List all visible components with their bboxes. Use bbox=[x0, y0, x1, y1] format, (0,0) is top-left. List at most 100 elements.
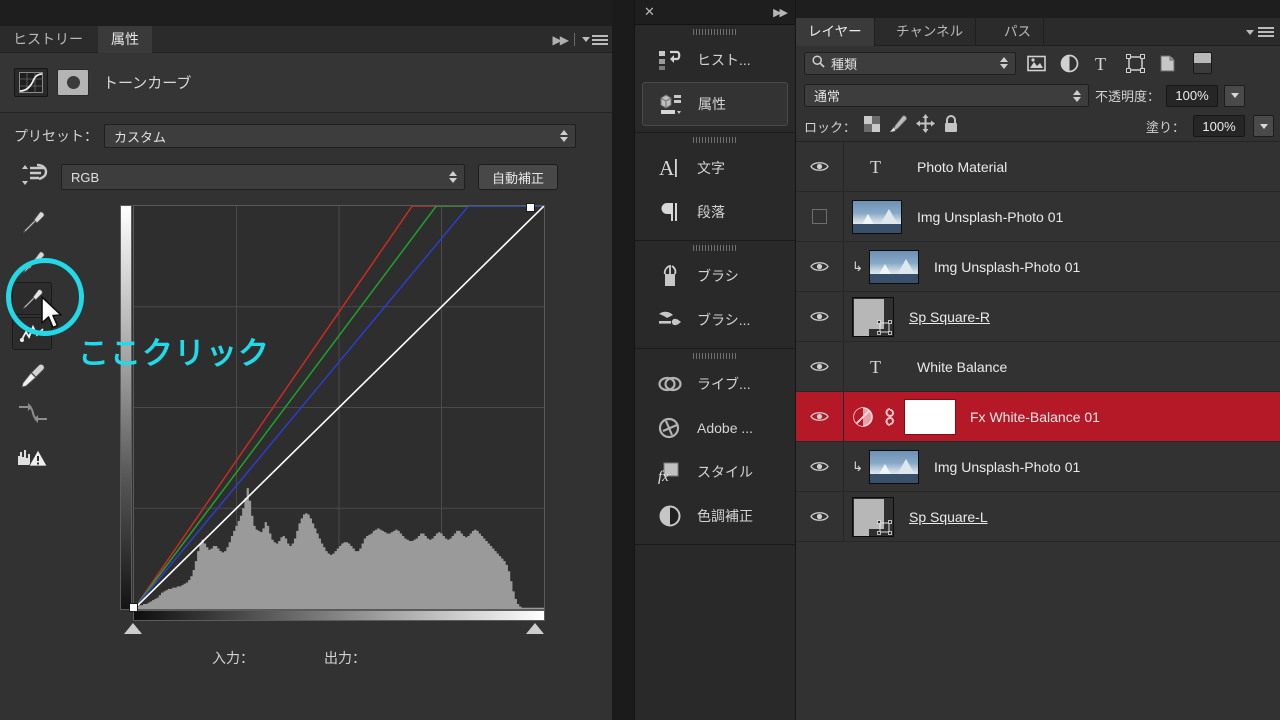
dock-item-label: 色調補正 bbox=[697, 506, 753, 526]
lock-position-icon[interactable] bbox=[916, 114, 935, 138]
panel-menu-icon[interactable] bbox=[1246, 18, 1274, 46]
curve-anchor-black[interactable] bbox=[129, 603, 138, 612]
adjustment-filter-icon[interactable] bbox=[1057, 52, 1082, 75]
dock-item-brush-presets[interactable]: ブラシ... bbox=[642, 298, 788, 342]
stepper-icon bbox=[1000, 57, 1008, 69]
filter-enable-toggle[interactable] bbox=[1193, 52, 1212, 74]
properties-icon bbox=[657, 91, 685, 117]
table-row[interactable]: TPhoto Material bbox=[796, 142, 1280, 192]
drag-grip[interactable] bbox=[635, 25, 795, 38]
lock-all-icon[interactable] bbox=[943, 115, 959, 138]
dock-item-adjustments[interactable]: 色調補正 bbox=[642, 494, 788, 538]
mask-link-icon[interactable] bbox=[883, 407, 897, 427]
layer-thumbnail[interactable] bbox=[852, 297, 894, 337]
layer-thumbnail[interactable] bbox=[869, 450, 919, 484]
dock-item-adobe-stock[interactable]: Adobe ... bbox=[642, 406, 788, 450]
layer-visibility-toggle[interactable] bbox=[796, 292, 844, 342]
table-row[interactable]: Fx White-Balance 01 bbox=[796, 392, 1280, 442]
layer-thumbnail[interactable] bbox=[869, 250, 919, 284]
input-gradient-bar bbox=[133, 610, 545, 621]
layer-visibility-toggle[interactable] bbox=[796, 192, 844, 242]
paragraph-icon bbox=[656, 199, 684, 225]
dock-group: A 文字 段落 bbox=[635, 133, 795, 241]
layer-visibility-toggle[interactable] bbox=[796, 492, 844, 542]
channel-select[interactable]: RGB bbox=[61, 164, 465, 190]
tab-paths[interactable]: パス bbox=[992, 18, 1044, 46]
table-row[interactable]: ↳Img Unsplash-Photo 01 bbox=[796, 242, 1280, 292]
clipping-mask-arrow-icon: ↳ bbox=[852, 459, 864, 475]
table-row[interactable]: TWhite Balance bbox=[796, 342, 1280, 392]
dock-item-libraries[interactable]: ライブ... bbox=[642, 362, 788, 406]
type-filter-icon[interactable]: T bbox=[1090, 52, 1115, 75]
black-point-slider[interactable] bbox=[124, 623, 142, 634]
tab-history[interactable]: ヒストリー bbox=[0, 26, 96, 53]
fill-field[interactable]: 100% bbox=[1193, 115, 1245, 137]
table-row[interactable]: Sp Square-L bbox=[796, 492, 1280, 542]
svg-text:A: A bbox=[659, 156, 675, 180]
layer-name: Img Unsplash-Photo 01 bbox=[917, 209, 1063, 225]
layer-visibility-toggle[interactable] bbox=[796, 342, 844, 392]
clipping-warning-icon[interactable] bbox=[12, 438, 54, 476]
dock-item-label: ヒスト... bbox=[697, 50, 751, 70]
tab-layers[interactable]: レイヤー bbox=[796, 18, 875, 46]
lock-row: ロック： bbox=[796, 111, 1280, 142]
filter-kind-select[interactable]: 種類 bbox=[804, 52, 1016, 75]
expand-chevrons-icon[interactable]: ▶▶ bbox=[773, 6, 786, 19]
history-icon bbox=[656, 47, 684, 73]
drag-grip[interactable] bbox=[635, 133, 795, 146]
black-point-eyedropper-icon[interactable] bbox=[12, 202, 54, 240]
drag-grip[interactable] bbox=[635, 241, 795, 254]
layer-visibility-toggle[interactable] bbox=[796, 392, 844, 442]
auto-correct-button[interactable]: 自動補正 bbox=[478, 164, 558, 190]
opacity-dropdown[interactable] bbox=[1224, 85, 1245, 107]
collapse-chevrons-icon[interactable]: ▶▶ bbox=[553, 33, 567, 47]
mask-icon[interactable] bbox=[57, 69, 89, 96]
layer-visibility-toggle[interactable] bbox=[796, 142, 844, 192]
table-row[interactable]: Img Unsplash-Photo 01 bbox=[796, 192, 1280, 242]
shape-filter-icon[interactable] bbox=[1123, 52, 1148, 75]
pencil-draw-curve-icon[interactable] bbox=[12, 356, 54, 394]
lock-image-pixels-icon[interactable] bbox=[888, 115, 908, 138]
curve-hand-icon[interactable] bbox=[17, 162, 48, 193]
panel-menu-icon[interactable] bbox=[582, 33, 608, 47]
layer-content-cell: Sp Square-L bbox=[844, 497, 988, 537]
layer-mask-thumbnail[interactable] bbox=[905, 400, 955, 434]
layer-visibility-toggle[interactable] bbox=[796, 442, 844, 492]
blend-mode-select[interactable]: 通常 bbox=[804, 84, 1089, 107]
tab-channels[interactable]: チャンネル bbox=[884, 18, 976, 46]
preset-select[interactable]: カスタム bbox=[104, 124, 576, 148]
layer-visibility-toggle[interactable] bbox=[796, 242, 844, 292]
dock-group: ブラシ ブラシ... bbox=[635, 241, 795, 349]
tab-properties[interactable]: 属性 bbox=[98, 26, 152, 53]
dock-item-character[interactable]: A 文字 bbox=[642, 146, 788, 190]
table-row[interactable]: Sp Square-R bbox=[796, 292, 1280, 342]
curve-grid-icon[interactable] bbox=[14, 68, 48, 97]
dock-item-paragraph[interactable]: 段落 bbox=[642, 190, 788, 234]
dock-item-styles[interactable]: fx スタイル bbox=[642, 450, 788, 494]
lock-transparency-icon[interactable] bbox=[864, 116, 880, 137]
close-icon[interactable]: ✕ bbox=[644, 4, 655, 20]
fill-dropdown[interactable] bbox=[1253, 115, 1274, 137]
dock-item-properties[interactable]: 属性 bbox=[642, 82, 788, 126]
table-row[interactable]: ↳Img Unsplash-Photo 01 bbox=[796, 442, 1280, 492]
lock-label: ロック： bbox=[804, 117, 856, 136]
smart-object-filter-icon[interactable] bbox=[1156, 52, 1181, 75]
white-point-slider[interactable] bbox=[526, 623, 544, 634]
dock-item-history[interactable]: ヒスト... bbox=[642, 38, 788, 82]
dock-item-brush[interactable]: ブラシ bbox=[642, 254, 788, 298]
drag-grip[interactable] bbox=[635, 349, 795, 362]
layer-thumbnail[interactable] bbox=[852, 200, 902, 234]
layer-name: Sp Square-L bbox=[909, 509, 988, 525]
layer-name: Photo Material bbox=[917, 159, 1007, 175]
layer-content-cell: TWhite Balance bbox=[844, 357, 1007, 376]
mouse-pointer-icon bbox=[40, 296, 66, 335]
curve-anchor-white[interactable] bbox=[526, 203, 535, 212]
opacity-label: 不透明度： bbox=[1095, 86, 1160, 105]
image-filter-icon[interactable] bbox=[1024, 52, 1049, 75]
adjustment-layer-icon[interactable] bbox=[852, 406, 874, 428]
output-label: 出力： bbox=[324, 648, 366, 668]
layer-thumbnail[interactable] bbox=[852, 497, 894, 537]
smooth-curve-icon[interactable] bbox=[12, 394, 54, 432]
curve-plot-area[interactable] bbox=[133, 205, 545, 610]
opacity-field[interactable]: 100% bbox=[1166, 85, 1218, 107]
